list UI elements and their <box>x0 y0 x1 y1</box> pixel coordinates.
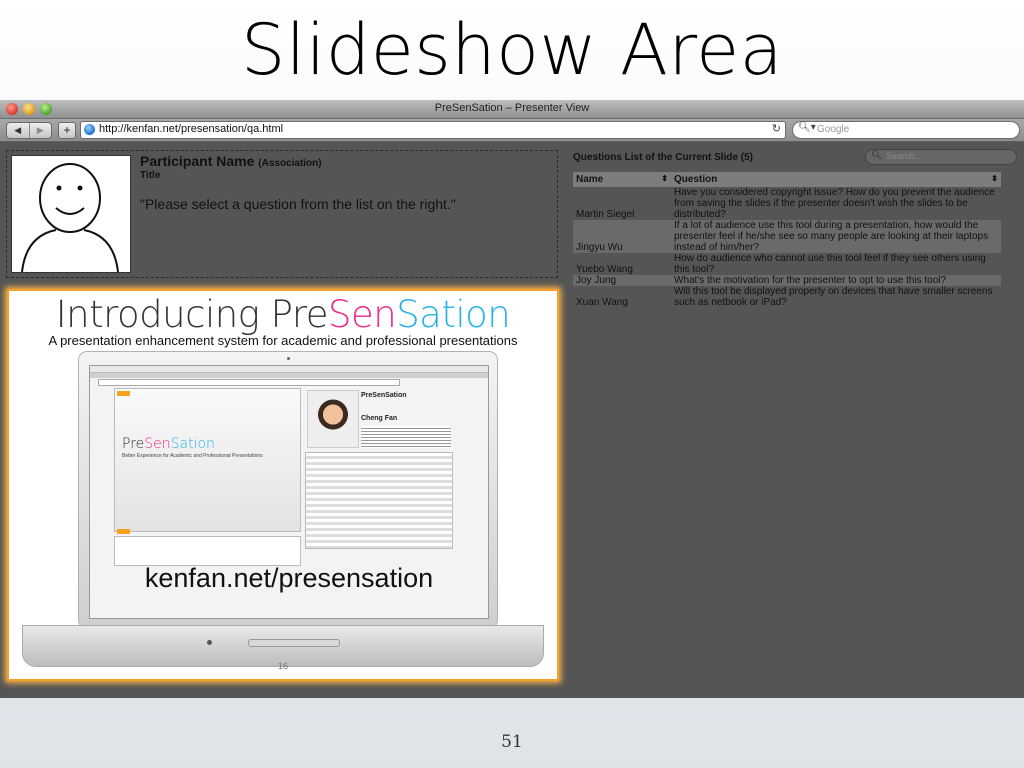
screen-main-slide <box>114 388 301 532</box>
screen-subtitle: Better Experience for Academic and Profe… <box>122 453 263 459</box>
question-text: If a lot of audience use this tool durin… <box>671 220 1001 253</box>
screen-menubar <box>90 366 488 373</box>
participant-title: Title <box>140 170 161 181</box>
questions-table: Name ⬍ Question ⬍ Martin Siegel Have you c… <box>573 172 1001 308</box>
window-titlebar: PreSenSation – Presenter View <box>0 100 1024 119</box>
current-slide-preview[interactable]: Introducing PreSenSation A presentation … <box>7 289 559 681</box>
laptop-latch <box>248 639 340 647</box>
search-icon: 🔍︎ <box>871 150 883 160</box>
column-header-name[interactable]: Name ⬍ <box>573 172 671 187</box>
table-row[interactable]: Xuan Wang Will this tool be displayed pr… <box>573 286 1001 308</box>
questions-search-placeholder: Search... <box>886 151 923 161</box>
window-title: PreSenSation – Presenter View <box>434 102 590 114</box>
reload-icon[interactable]: ↻ <box>772 122 781 135</box>
slide-tagline: A presentation enhancement system for ac… <box>48 333 518 348</box>
participant-association: (Association) <box>258 158 322 169</box>
avatar <box>11 155 131 273</box>
sort-icon[interactable]: ⬍ <box>661 174 668 183</box>
laptop-illustration: PreSenSation Better Experience for Acade… <box>78 351 498 629</box>
screen-participant-table <box>305 452 453 549</box>
add-bookmark-button[interactable]: + <box>58 122 76 139</box>
screen-brand: PreSenSation <box>122 436 215 452</box>
column-header-question[interactable]: Question ⬍ <box>671 172 1001 187</box>
browser-search-placeholder: Google <box>817 124 850 135</box>
table-row[interactable]: Yuebo Wang How do audience who cannot us… <box>573 253 1001 275</box>
screen-input-tag <box>117 529 130 534</box>
participant-name: Participant Name <box>140 153 255 169</box>
browser-window: PreSenSation – Presenter View ◀ ▶ + http… <box>0 100 1024 698</box>
screen-app-name: PreSenSation <box>361 392 407 399</box>
participant-panel: Participant Name (Association) Title "Pl… <box>6 150 558 278</box>
question-author: Joy Jung <box>573 275 671 286</box>
brand-pre: Pre <box>270 293 329 336</box>
question-author: Yuebo Wang <box>576 264 633 275</box>
screen-brand-pre: Pre <box>122 436 145 452</box>
slide-url: kenfan.net/presensation <box>144 563 434 593</box>
question-author: Jingyu Wu <box>573 220 671 253</box>
table-row[interactable]: Joy Jung What's the motivation for the p… <box>573 275 1001 286</box>
question-text: What's the motivation for the presenter … <box>671 275 1001 286</box>
question-text: How do audience who cannot use this tool… <box>674 253 986 275</box>
laptop-screen: PreSenSation Better Experience for Acade… <box>89 365 489 619</box>
slide-heading: Introducing PreSenSation <box>9 293 557 336</box>
questions-header: Questions List of the Current Slide (5) <box>573 152 754 163</box>
browser-search-field[interactable]: 🔍︎▾ Google <box>792 121 1020 139</box>
back-arrow-icon[interactable]: ◀ <box>7 123 29 138</box>
screen-bio-text <box>361 426 451 448</box>
participant-name-line: Participant Name (Association) <box>140 153 322 169</box>
screen-url-bar <box>98 379 400 386</box>
sort-icon[interactable]: ⬍ <box>991 174 998 183</box>
screen-question-input <box>114 529 301 566</box>
question-author: Martin Siegel <box>576 209 635 220</box>
globe-icon <box>84 124 95 135</box>
search-icon: 🔍︎▾ <box>798 122 816 133</box>
smiley-avatar-icon <box>21 163 119 273</box>
question-author: Xuan Wang <box>576 297 628 308</box>
table-row[interactable]: Jingyu Wu If a lot of audience use this … <box>573 220 1001 253</box>
screen-brand-sation: Sation <box>170 436 215 452</box>
slide-number: 16 <box>277 661 288 671</box>
screen-titlebar <box>90 373 488 378</box>
screen-presenter-name: Cheng Fan <box>361 415 398 422</box>
question-text: Will this tool be displayed properly on … <box>674 286 993 308</box>
brand-sen: Sen <box>327 293 397 336</box>
question-text: Have you considered copyright issue? How… <box>674 187 995 220</box>
nav-buttons: ◀ ▶ <box>6 122 52 139</box>
page-number: 51 <box>501 732 523 752</box>
questions-search-input[interactable]: 🔍︎ Search... <box>865 149 1017 165</box>
browser-toolbar: ◀ ▶ + http://kenfan.net/presensation/qa.… <box>0 119 1024 142</box>
slide-heading-prefix: Introducing <box>55 293 271 336</box>
slide-title: Slideshow Area <box>240 9 784 91</box>
camera-dot <box>287 357 290 360</box>
questions-table-header: Name ⬍ Question ⬍ <box>573 172 1001 187</box>
selection-prompt: "Please select a question from the list … <box>140 196 456 212</box>
screen-brand-sen: Sen <box>144 436 171 452</box>
laptop-light <box>207 640 212 645</box>
presenter-photo <box>307 390 359 448</box>
column-name-label: Name <box>576 174 604 185</box>
address-bar[interactable]: http://kenfan.net/presensation/qa.html ↻ <box>80 121 786 139</box>
screen-tag <box>117 391 130 396</box>
table-row[interactable]: Martin Siegel Have you considered copyri… <box>573 187 1001 220</box>
brand-sation: Sation <box>396 293 511 336</box>
column-question-label: Question <box>674 174 718 185</box>
url-text: http://kenfan.net/presensation/qa.html <box>99 123 284 135</box>
forward-arrow-icon[interactable]: ▶ <box>28 123 52 138</box>
